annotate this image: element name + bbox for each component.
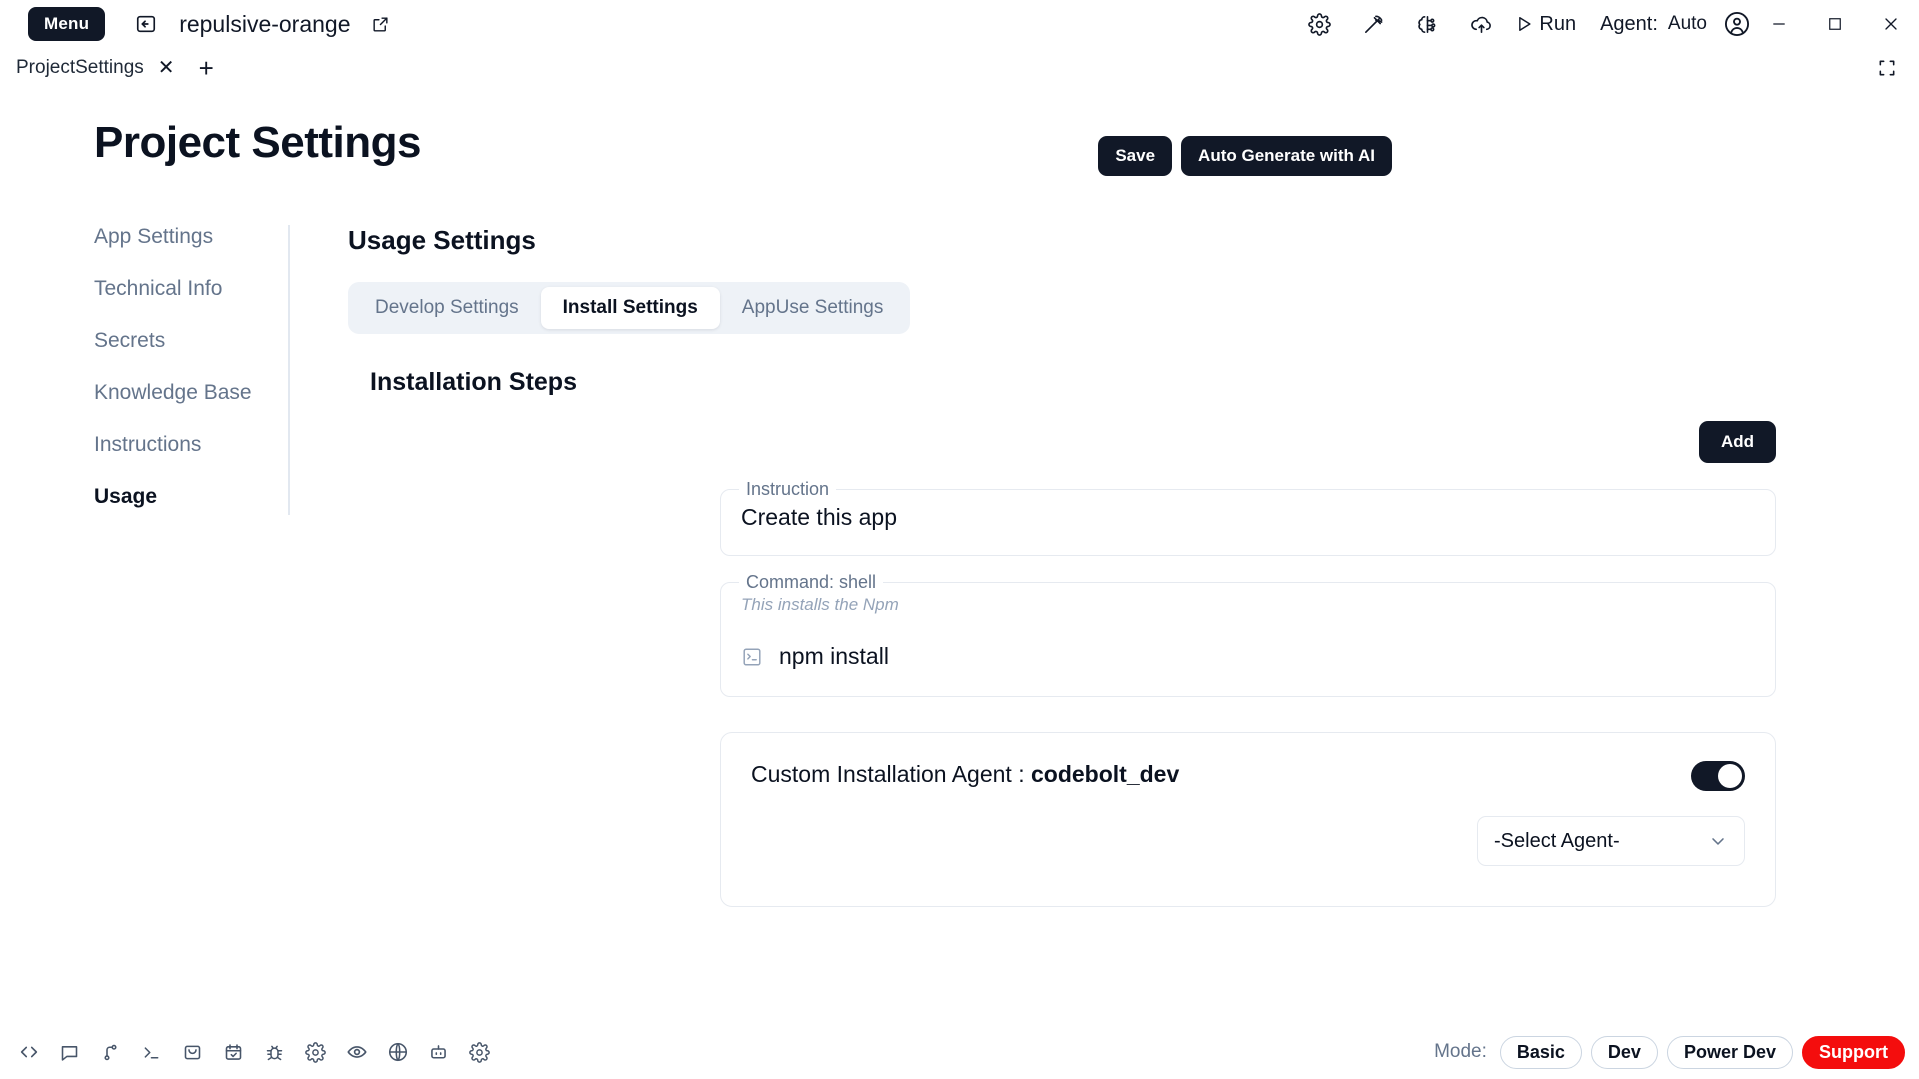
close-icon[interactable] xyxy=(1863,0,1919,48)
status-bar-icons xyxy=(0,1032,500,1072)
command-line: npm install xyxy=(721,615,1775,696)
settings-sidebar: App Settings Technical Info Secrets Know… xyxy=(94,225,290,515)
sidebar-item-usage[interactable]: Usage xyxy=(94,485,288,508)
section-title: Usage Settings xyxy=(348,225,536,255)
agent-select-row: -Select Agent- xyxy=(751,816,1745,866)
tab-install-settings[interactable]: Install Settings xyxy=(540,287,720,329)
title-bar: Menu repulsive-orange Run Agent: Auto xyxy=(0,0,1919,48)
globe-icon[interactable] xyxy=(377,1032,418,1072)
gear-icon[interactable] xyxy=(295,1032,336,1072)
run-button[interactable]: Run xyxy=(1508,13,1588,36)
instruction-field: Instruction Create this app xyxy=(720,479,1776,556)
settings-gear-icon[interactable] xyxy=(459,1032,500,1072)
tab-strip: ProjectSettings ✕ + xyxy=(0,48,1919,88)
command-legend: Command: shell xyxy=(746,572,877,592)
project-name: repulsive-orange xyxy=(179,10,351,37)
titlebar-actions: Run Agent: Auto xyxy=(1292,0,1919,48)
gear-icon[interactable] xyxy=(1292,2,1346,46)
cloud-upload-icon[interactable] xyxy=(1454,2,1508,46)
tab-close-icon[interactable]: ✕ xyxy=(158,58,175,78)
add-button[interactable]: Add xyxy=(1698,421,1776,463)
tab-develop-settings[interactable]: Develop Settings xyxy=(353,287,541,329)
agent-value[interactable]: Auto xyxy=(1668,13,1707,35)
terminal-icon[interactable] xyxy=(131,1032,172,1072)
pickaxe-icon[interactable] xyxy=(1346,2,1400,46)
new-tab-button[interactable]: + xyxy=(199,55,214,81)
external-link-icon[interactable] xyxy=(371,15,390,34)
mode-basic-button[interactable]: Basic xyxy=(1499,1035,1582,1069)
fullscreen-icon[interactable] xyxy=(1877,58,1897,78)
app-window: Menu repulsive-orange Run Agent: Auto Pr… xyxy=(0,0,1919,1079)
chat-bubble-icon[interactable] xyxy=(49,1032,90,1072)
menu-button[interactable]: Menu xyxy=(28,7,106,41)
avatar[interactable] xyxy=(1723,10,1751,38)
tab-appuse-settings[interactable]: AppUse Settings xyxy=(720,287,906,329)
mode-label: Mode: xyxy=(1434,1041,1487,1062)
installation-steps-title: Installation Steps xyxy=(370,368,577,396)
auto-generate-with-ai-button[interactable]: Auto Generate with AI xyxy=(1181,136,1392,176)
brain-circuit-icon[interactable] xyxy=(1400,2,1454,46)
custom-installation-agent-card: Custom Installation Agent : codebolt_dev… xyxy=(720,732,1776,907)
maximize-icon[interactable] xyxy=(1807,0,1863,48)
tab-label: ProjectSettings xyxy=(16,57,144,78)
add-step-row: Add xyxy=(348,421,1848,463)
custom-agent-name: codebolt_dev xyxy=(1031,761,1180,787)
select-agent-dropdown[interactable]: -Select Agent- xyxy=(1477,816,1745,866)
mode-power-dev-button[interactable]: Power Dev xyxy=(1666,1035,1793,1069)
instruction-input[interactable]: Create this app xyxy=(721,500,1775,555)
agent-row: Custom Installation Agent : codebolt_dev xyxy=(751,761,1745,791)
settings-content: Usage Settings Develop Settings Install … xyxy=(348,225,1848,907)
command-field: Command: shell This installs the Npm npm… xyxy=(720,572,1776,697)
sidebar-item-technical-info[interactable]: Technical Info xyxy=(94,277,288,300)
instruction-legend: Instruction xyxy=(746,479,830,499)
support-button[interactable]: Support xyxy=(1802,1035,1905,1069)
back-arrow-icon[interactable] xyxy=(135,13,157,35)
custom-agent-toggle[interactable] xyxy=(1691,761,1745,791)
minimize-icon[interactable] xyxy=(1751,0,1807,48)
mode-switcher: Mode: Basic Dev Power Dev Support xyxy=(1434,1035,1919,1069)
sidebar-item-knowledge-base[interactable]: Knowledge Base xyxy=(94,381,288,404)
page-header: Project Settings Save Auto Generate with… xyxy=(0,118,1919,176)
mode-dev-button[interactable]: Dev xyxy=(1590,1035,1658,1069)
toggle-knob xyxy=(1718,764,1742,788)
agent-label: Agent: xyxy=(1600,12,1658,35)
chevron-down-icon xyxy=(1708,831,1728,851)
command-input[interactable]: npm install xyxy=(779,643,889,670)
header-actions: Save Auto Generate with AI xyxy=(1098,136,1392,176)
inbox-icon[interactable] xyxy=(172,1032,213,1072)
robot-icon[interactable] xyxy=(418,1032,459,1072)
page-title: Project Settings xyxy=(94,118,421,167)
tab-project-settings[interactable]: ProjectSettings ✕ xyxy=(16,57,175,79)
select-agent-value: -Select Agent- xyxy=(1494,829,1620,852)
custom-agent-label: Custom Installation Agent : codebolt_dev xyxy=(751,761,1179,788)
sidebar-item-secrets[interactable]: Secrets xyxy=(94,329,288,352)
custom-agent-label-prefix: Custom Installation Agent : xyxy=(751,761,1031,787)
save-button[interactable]: Save xyxy=(1098,136,1173,176)
status-bar: Mode: Basic Dev Power Dev Support xyxy=(0,1025,1919,1079)
code-brackets-icon[interactable] xyxy=(8,1032,49,1072)
run-label: Run xyxy=(1539,12,1577,35)
calendar-check-icon[interactable] xyxy=(213,1032,254,1072)
sidebar-item-app-settings[interactable]: App Settings xyxy=(94,225,288,248)
terminal-icon xyxy=(741,646,763,668)
eye-icon[interactable] xyxy=(336,1032,377,1072)
sidebar-item-instructions[interactable]: Instructions xyxy=(94,433,288,456)
bug-icon[interactable] xyxy=(254,1032,295,1072)
git-branch-icon[interactable] xyxy=(90,1032,131,1072)
command-note: This installs the Npm xyxy=(741,595,899,614)
usage-tabs: Develop Settings Install Settings AppUse… xyxy=(348,282,911,334)
